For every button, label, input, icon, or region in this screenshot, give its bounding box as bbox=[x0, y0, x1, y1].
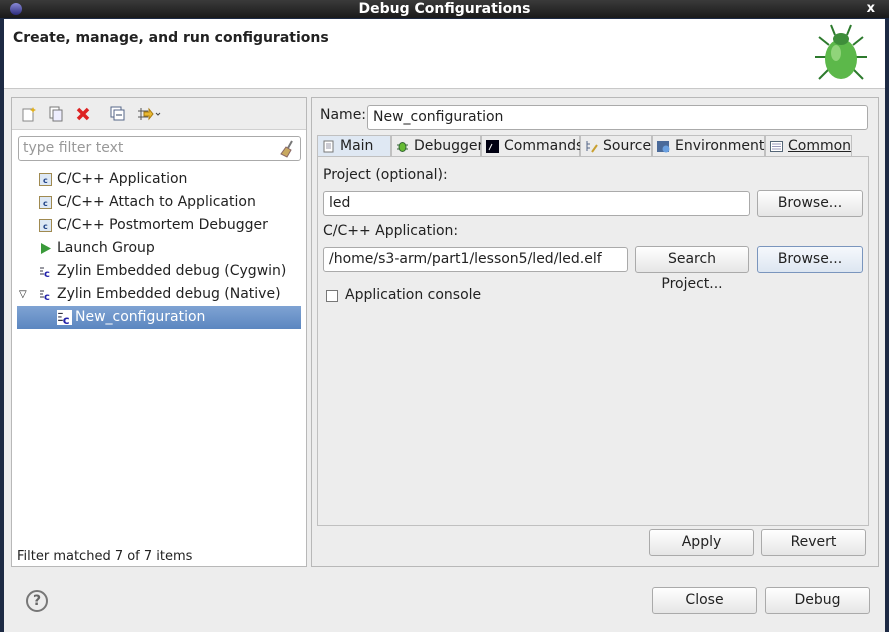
bug-icon bbox=[815, 24, 867, 80]
browse-project-button[interactable]: Browse... bbox=[757, 190, 863, 217]
main-tab-icon bbox=[323, 140, 334, 153]
source-icon bbox=[586, 141, 598, 153]
dialog: Create, manage, and run configurations t… bbox=[4, 19, 885, 632]
tree-item-cpp-attach[interactable]: c C/C++ Attach to Application bbox=[12, 191, 306, 214]
tree-item-label: C/C++ Postmortem Debugger bbox=[57, 217, 268, 233]
tab-commands[interactable]: Commands bbox=[481, 135, 584, 157]
debug-button[interactable]: Debug bbox=[765, 587, 870, 614]
application-console-checkbox[interactable] bbox=[326, 290, 338, 302]
collapse-all-icon[interactable] bbox=[110, 106, 126, 122]
application-console-label: Application console bbox=[345, 287, 482, 303]
bug-icon bbox=[397, 142, 408, 152]
tab-main[interactable]: Main bbox=[317, 135, 391, 157]
main-tab-panel: Project (optional): led Browse... C/C++ … bbox=[317, 156, 869, 526]
filter-input[interactable]: type filter text bbox=[18, 136, 301, 161]
zylin-icon: c bbox=[40, 267, 50, 278]
apply-button[interactable]: Apply bbox=[649, 529, 754, 556]
configuration-editor: Name: New_configuration Main Debugger Co… bbox=[311, 97, 879, 567]
application-input[interactable]: /home/s3-arm/part1/lesson5/led/led.elf bbox=[323, 247, 628, 272]
tree-item-label: Launch Group bbox=[57, 240, 155, 256]
filter-icon[interactable] bbox=[136, 106, 162, 122]
title-bar: Debug Configurations x bbox=[0, 0, 889, 18]
eclipse-icon bbox=[10, 3, 22, 15]
svg-text:c: c bbox=[43, 222, 48, 231]
configuration-list-panel: type filter text c C/C++ Application c C/C… bbox=[11, 97, 307, 567]
svg-text:c: c bbox=[44, 292, 50, 301]
tab-label: Environment bbox=[675, 138, 765, 154]
tree-item-zylin-cygwin[interactable]: c Zylin Embedded debug (Cygwin) bbox=[12, 260, 306, 283]
configuration-tree: c C/C++ Application c C/C++ Attach to Appl… bbox=[12, 168, 306, 329]
terminal-icon bbox=[486, 140, 499, 153]
window-title: Debug Configurations bbox=[358, 1, 531, 17]
tab-label: Source bbox=[603, 138, 652, 154]
header-title: Create, manage, and run configurations bbox=[13, 30, 329, 46]
tree-item-zylin-native[interactable]: ▽ c Zylin Embedded debug (Native) bbox=[12, 283, 306, 306]
tab-bar: Main Debugger Commands Source Environmen… bbox=[317, 135, 869, 157]
close-window-button[interactable]: x bbox=[867, 0, 875, 18]
environment-icon bbox=[657, 141, 670, 153]
tree-item-label: New_configuration bbox=[75, 309, 206, 325]
close-button[interactable]: Close bbox=[652, 587, 757, 614]
tab-label: Main bbox=[340, 138, 374, 154]
tab-common[interactable]: Common bbox=[765, 135, 852, 157]
name-input[interactable]: New_configuration bbox=[367, 105, 868, 130]
launch-icon bbox=[41, 243, 51, 254]
tree-item-cpp-application[interactable]: c C/C++ Application bbox=[12, 168, 306, 191]
tree-item-label: C/C++ Application bbox=[57, 171, 188, 187]
list-toolbar bbox=[12, 98, 306, 130]
tab-environment[interactable]: Environment bbox=[652, 135, 765, 157]
tree-item-label: Zylin Embedded debug (Cygwin) bbox=[57, 263, 287, 279]
c-app-icon: c bbox=[39, 219, 52, 232]
c-app-icon: c bbox=[39, 196, 52, 209]
tree-item-launch-group[interactable]: Launch Group bbox=[12, 237, 306, 260]
tree-item-label: Zylin Embedded debug (Native) bbox=[57, 286, 281, 302]
svg-text:c: c bbox=[43, 176, 48, 185]
help-icon[interactable]: ? bbox=[26, 590, 48, 612]
revert-button[interactable]: Revert bbox=[761, 529, 866, 556]
clear-filter-icon[interactable] bbox=[280, 140, 296, 158]
duplicate-icon[interactable] bbox=[48, 106, 64, 122]
search-project-button[interactable]: Search Project... bbox=[635, 246, 749, 292]
name-label: Name: bbox=[320, 107, 367, 123]
new-configuration-icon[interactable] bbox=[21, 106, 37, 122]
svg-text:c: c bbox=[43, 199, 48, 208]
tab-debugger[interactable]: Debugger bbox=[391, 135, 484, 157]
project-label: Project (optional): bbox=[323, 167, 448, 183]
delete-icon[interactable] bbox=[75, 106, 91, 122]
project-input[interactable]: led bbox=[323, 191, 750, 216]
svg-text:c: c bbox=[44, 269, 50, 278]
zylin-icon: c bbox=[57, 310, 72, 325]
browse-application-button[interactable]: Browse... bbox=[757, 246, 863, 273]
filter-status: Filter matched 7 of 7 items bbox=[17, 549, 193, 564]
tab-label: Commands bbox=[504, 138, 584, 154]
expand-arrow-icon[interactable]: ▽ bbox=[19, 283, 27, 306]
svg-text:c: c bbox=[63, 313, 70, 325]
tree-item-label: C/C++ Attach to Application bbox=[57, 194, 256, 210]
c-app-icon: c bbox=[39, 173, 52, 186]
tab-label: Common bbox=[788, 138, 852, 154]
dialog-header: Create, manage, and run configurations bbox=[4, 19, 885, 89]
tree-item-new-configuration[interactable]: c New_configuration bbox=[17, 306, 301, 329]
tab-source[interactable]: Source bbox=[580, 135, 652, 157]
common-icon bbox=[770, 141, 783, 152]
tree-item-cpp-postmortem[interactable]: c C/C++ Postmortem Debugger bbox=[12, 214, 306, 237]
application-label: C/C++ Application: bbox=[323, 223, 459, 239]
zylin-icon: c bbox=[40, 290, 50, 301]
tab-label: Debugger bbox=[414, 138, 484, 154]
